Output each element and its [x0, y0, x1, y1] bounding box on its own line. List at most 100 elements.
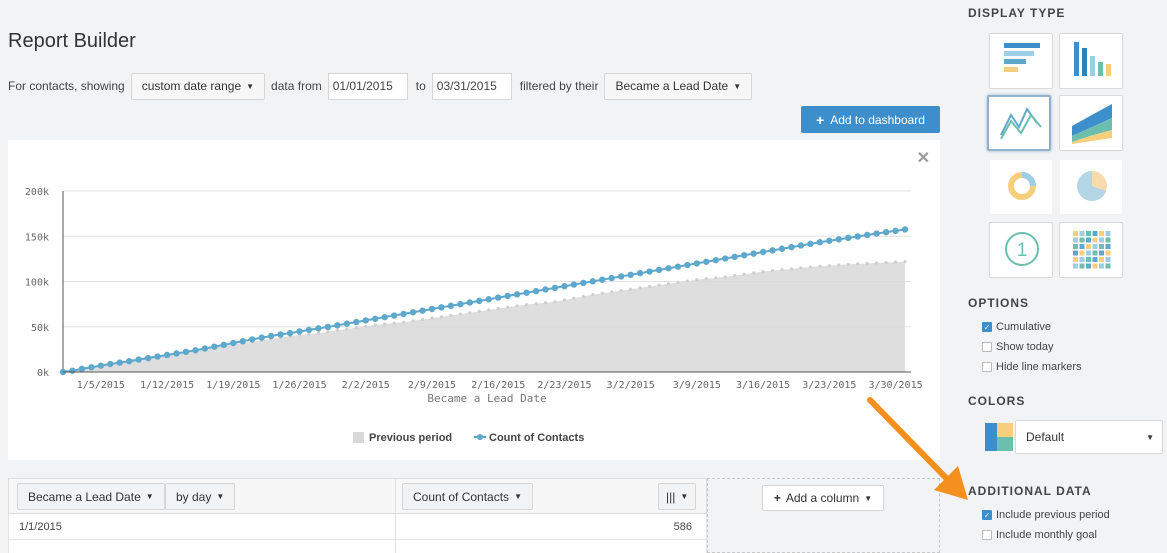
stacked-area-chart-option[interactable]: [1059, 95, 1123, 151]
count-point[interactable]: [267, 332, 275, 340]
count-point[interactable]: [88, 364, 95, 371]
hide-line-markers-option[interactable]: Hide line markers: [982, 361, 1082, 373]
count-point[interactable]: [258, 334, 265, 341]
count-point[interactable]: [617, 273, 625, 280]
horizontal-bar-chart-option[interactable]: [989, 33, 1053, 89]
count-point[interactable]: [494, 294, 502, 301]
count-point[interactable]: [901, 226, 909, 233]
count-point[interactable]: [665, 265, 672, 272]
count-point[interactable]: [513, 291, 521, 298]
count-point[interactable]: [116, 359, 123, 366]
count-point[interactable]: [863, 231, 871, 239]
single-number-option[interactable]: 1: [989, 222, 1053, 278]
count-point[interactable]: [69, 367, 76, 374]
cumulative-option[interactable]: ✓ Cumulative: [982, 321, 1051, 333]
checkbox-checked-icon[interactable]: ✓: [982, 322, 992, 332]
add-to-dashboard-button[interactable]: + Add to dashboard: [801, 106, 940, 133]
count-point[interactable]: [750, 250, 757, 257]
count-point[interactable]: [277, 331, 284, 338]
count-point[interactable]: [485, 296, 492, 303]
count-point[interactable]: [561, 283, 568, 290]
date-range-dropdown[interactable]: custom date range ▼: [130, 72, 266, 100]
table-chart-option[interactable]: [1059, 222, 1123, 278]
count-point[interactable]: [523, 289, 530, 296]
count-point[interactable]: [759, 248, 767, 256]
count-point[interactable]: [305, 326, 313, 334]
count-point[interactable]: [447, 302, 455, 309]
count-point[interactable]: [438, 304, 445, 311]
vertical-bar-chart-option[interactable]: [1059, 33, 1123, 89]
color-scheme-dropdown[interactable]: Default ▼: [1015, 420, 1163, 454]
count-point[interactable]: [97, 362, 105, 369]
count-point[interactable]: [107, 360, 114, 368]
count-point[interactable]: [419, 307, 426, 314]
count-point[interactable]: [343, 320, 351, 327]
count-point[interactable]: [135, 356, 142, 363]
count-point[interactable]: [315, 325, 322, 332]
end-date-input[interactable]: 03/31/2015: [431, 72, 512, 100]
legend-count-label[interactable]: Count of Contacts: [489, 432, 584, 444]
count-point[interactable]: [409, 309, 417, 316]
count-point[interactable]: [192, 347, 199, 354]
checkbox-icon[interactable]: [982, 530, 992, 540]
count-point[interactable]: [703, 258, 710, 265]
count-point[interactable]: [220, 341, 228, 349]
count-point[interactable]: [731, 253, 738, 261]
count-point[interactable]: [372, 315, 379, 322]
count-point[interactable]: [854, 233, 861, 240]
count-point[interactable]: [712, 256, 719, 264]
include-previous-period-option[interactable]: ✓ Include previous period: [982, 509, 1110, 521]
interval-dropdown[interactable]: by day ▼: [165, 483, 236, 510]
count-point[interactable]: [532, 287, 540, 295]
count-point[interactable]: [807, 240, 814, 248]
count-point[interactable]: [400, 310, 407, 318]
pie-chart-option[interactable]: [1059, 159, 1123, 215]
count-point[interactable]: [239, 338, 246, 345]
count-point[interactable]: [722, 255, 729, 262]
count-point[interactable]: [873, 230, 880, 237]
metric-dropdown[interactable]: Count of Contacts ▼: [402, 483, 533, 510]
count-point[interactable]: [778, 245, 786, 252]
count-point[interactable]: [788, 243, 795, 251]
count-point[interactable]: [144, 354, 152, 362]
count-point[interactable]: [636, 269, 644, 277]
count-point[interactable]: [826, 237, 833, 244]
count-point[interactable]: [693, 260, 701, 267]
column-settings-button[interactable]: ||| ▼: [658, 483, 697, 510]
count-point[interactable]: [201, 345, 209, 352]
count-point[interactable]: [570, 281, 578, 288]
count-point[interactable]: [580, 279, 587, 287]
count-point[interactable]: [324, 323, 332, 331]
count-point[interactable]: [457, 300, 464, 308]
count-point[interactable]: [211, 343, 218, 350]
count-point[interactable]: [296, 328, 303, 335]
count-point[interactable]: [542, 286, 549, 293]
count-point[interactable]: [599, 276, 606, 283]
count-point[interactable]: [892, 227, 899, 235]
count-point[interactable]: [655, 266, 663, 274]
group-by-dropdown[interactable]: Became a Lead Date ▼: [17, 483, 165, 510]
count-point[interactable]: [816, 239, 824, 246]
count-point[interactable]: [154, 353, 161, 360]
count-point[interactable]: [476, 297, 483, 305]
count-point[interactable]: [608, 274, 615, 282]
count-point[interactable]: [684, 261, 691, 269]
count-point[interactable]: [627, 271, 634, 279]
count-point[interactable]: [286, 329, 294, 337]
show-today-option[interactable]: Show today: [982, 341, 1053, 353]
checkbox-icon[interactable]: [982, 362, 992, 372]
count-point[interactable]: [835, 236, 842, 243]
count-point[interactable]: [845, 234, 852, 242]
count-point[interactable]: [589, 278, 596, 285]
property-dropdown[interactable]: Became a Lead Date ▼: [604, 72, 753, 100]
count-point[interactable]: [381, 313, 388, 321]
checkbox-icon[interactable]: [982, 342, 992, 352]
count-point[interactable]: [646, 268, 653, 275]
count-point[interactable]: [428, 305, 436, 313]
count-point[interactable]: [504, 292, 511, 300]
include-monthly-goal-option[interactable]: Include monthly goal: [982, 529, 1097, 541]
count-point[interactable]: [126, 357, 133, 365]
count-point[interactable]: [182, 348, 190, 356]
count-point[interactable]: [163, 351, 171, 359]
count-point[interactable]: [353, 318, 360, 326]
